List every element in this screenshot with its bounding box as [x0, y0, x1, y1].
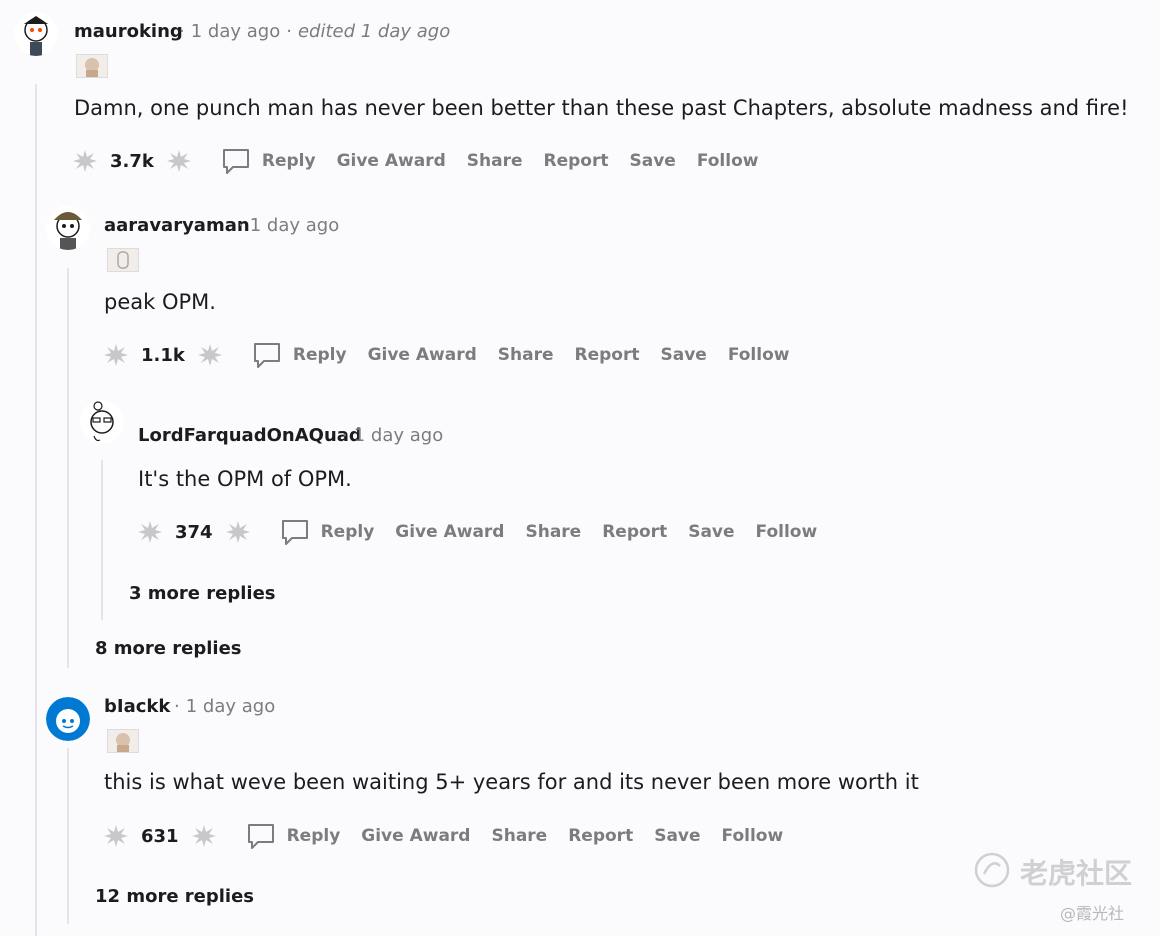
comment-body: Damn, one punch man has never been bette… [74, 96, 1129, 120]
username[interactable]: aaravaryaman [104, 215, 250, 236]
upvote-icon[interactable] [103, 342, 129, 368]
upvote-icon[interactable] [103, 823, 129, 849]
reply-label: Reply [292, 345, 347, 365]
reply-label: Reply [320, 522, 375, 542]
username[interactable]: bIackk [104, 696, 170, 717]
comment-meta: · 1 day ago [174, 696, 276, 717]
user-flair [107, 248, 139, 272]
give-award-button[interactable]: Give Award [395, 522, 504, 542]
more-replies-link[interactable]: 3 more replies [129, 583, 276, 604]
timestamp[interactable]: 1 day ago [191, 21, 280, 42]
avatar[interactable] [14, 12, 58, 56]
downvote-icon[interactable] [197, 342, 223, 368]
thread-line-aaravaryaman[interactable] [67, 268, 69, 668]
downvote-icon[interactable] [225, 519, 251, 545]
follow-button[interactable]: Follow [728, 345, 790, 365]
upvote-icon[interactable] [137, 519, 163, 545]
share-button[interactable]: Share [498, 345, 554, 365]
speech-bubble-icon [247, 824, 274, 849]
reply-label: Reply [286, 826, 341, 846]
report-button[interactable]: Report [575, 345, 640, 365]
comment-actions: 1.1k Reply Give Award Share Report Save … [103, 339, 810, 371]
thread-line-mauroking[interactable] [35, 84, 37, 936]
report-button[interactable]: Report [544, 151, 609, 171]
save-button[interactable]: Save [654, 826, 700, 846]
report-button[interactable]: Report [602, 522, 667, 542]
upvote-icon[interactable] [72, 148, 98, 174]
give-award-button[interactable]: Give Award [337, 151, 446, 171]
vote-score: 3.7k [110, 150, 154, 172]
comment-body: peak OPM. [104, 290, 216, 314]
reply-button[interactable]: Reply [251, 339, 347, 371]
avatar[interactable] [80, 400, 124, 444]
vote-score: 1.1k [141, 344, 185, 366]
watermark-text: 老虎社区 [1020, 857, 1133, 890]
comment-meta: · 1 day ago [342, 425, 444, 446]
username[interactable]: LordFarquadOnAQuad [138, 425, 362, 446]
reply-button[interactable]: Reply [220, 145, 316, 177]
comment-meta: · 1 day ago [238, 215, 340, 236]
timestamp[interactable]: 1 day ago [354, 425, 443, 446]
share-button[interactable]: Share [491, 826, 547, 846]
downvote-icon[interactable] [166, 148, 192, 174]
thread-line-lordfarquad[interactable] [101, 460, 103, 620]
watermark-subtext: @霞光社 [1060, 904, 1125, 923]
reply-button[interactable]: Reply [279, 516, 375, 548]
give-award-button[interactable]: Give Award [361, 826, 470, 846]
speech-bubble-icon [222, 149, 249, 174]
reply-button[interactable]: Reply [245, 820, 341, 852]
avatar[interactable] [46, 697, 90, 741]
timestamp[interactable]: 1 day ago [250, 215, 339, 236]
vote-score: 374 [175, 521, 213, 543]
follow-button[interactable]: Follow [722, 826, 784, 846]
speech-bubble-icon [281, 520, 308, 545]
edited-label: edited 1 day ago [297, 21, 451, 42]
comment-meta: · 1 day ago · edited 1 day ago [179, 21, 451, 42]
report-button[interactable]: Report [568, 826, 633, 846]
comment-actions: 374 Reply Give Award Share Report Save F… [137, 516, 838, 548]
comment-actions: 631 Reply Give Award Share Report Save F… [103, 820, 804, 852]
thread-line-blackk[interactable] [67, 748, 69, 924]
vote-score: 631 [141, 825, 179, 847]
username[interactable]: mauroking [74, 21, 183, 42]
comment-body: It's the OPM of OPM. [138, 467, 352, 491]
downvote-icon[interactable] [191, 823, 217, 849]
user-flair [76, 54, 108, 78]
share-button[interactable]: Share [525, 522, 581, 542]
comment-actions: 3.7k Reply Give Award Share Report Save … [72, 145, 779, 177]
give-award-button[interactable]: Give Award [368, 345, 477, 365]
more-replies-link[interactable]: 8 more replies [95, 638, 242, 659]
save-button[interactable]: Save [629, 151, 675, 171]
more-replies-link[interactable]: 12 more replies [95, 886, 254, 907]
follow-button[interactable]: Follow [756, 522, 818, 542]
comment-body: this is what weve been waiting 5+ years … [104, 770, 919, 794]
speech-bubble-icon [253, 343, 280, 368]
follow-button[interactable]: Follow [697, 151, 759, 171]
tiger-logo-icon [974, 852, 1010, 892]
save-button[interactable]: Save [660, 345, 706, 365]
share-button[interactable]: Share [467, 151, 523, 171]
user-flair [107, 729, 139, 753]
timestamp[interactable]: 1 day ago [186, 696, 275, 717]
save-button[interactable]: Save [688, 522, 734, 542]
avatar[interactable] [46, 206, 90, 250]
reply-label: Reply [261, 151, 316, 171]
